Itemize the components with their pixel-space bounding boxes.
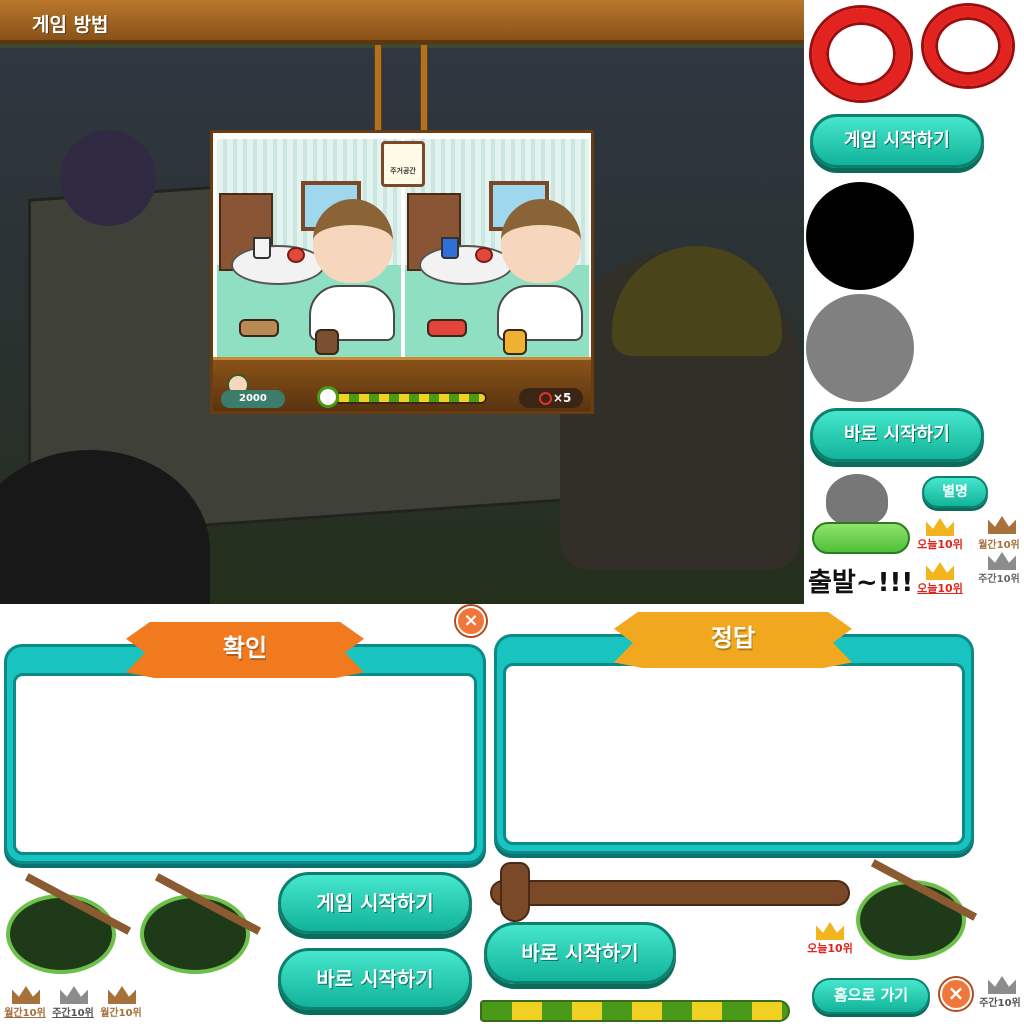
table [419,245,513,285]
laurel-character-icon [856,880,966,960]
monthly-rank-label: 월간10위 [100,1008,142,1019]
laurel-character-icon [140,894,250,974]
silver-crown-icon [60,986,88,1004]
today-rank-label-underlined: 오늘10위 [917,582,963,595]
tutorial-scene: 게임 방법 주거공간 2000 ×5 [0,0,804,604]
lives-count: ×5 [553,391,572,405]
nickname-button[interactable]: 별명 [922,476,988,508]
start-game-button[interactable]: 게임 시작하기 [810,114,984,168]
answer-title-ribbon: 정답 [614,612,852,668]
game-hud: 2000 ×5 [213,357,591,411]
timer-progress-bar [480,1000,790,1022]
right-picture [405,139,589,375]
black-mask-circle [806,182,914,290]
weekly-rank-label: 주간10위 [978,574,1020,585]
close-icon[interactable]: × [940,978,972,1010]
wooden-beam [0,0,804,44]
home-button[interactable]: 홈으로 가기 [812,978,930,1014]
correct-ring-small-icon [924,6,1012,86]
answer-dialog-body [503,663,965,845]
girl-smiling [313,199,393,283]
wooden-toy-car [239,319,279,337]
gameplay-preview: 주거공간 2000 ×5 [210,130,594,414]
weekly-rank-label: 주간10위 [52,1008,94,1019]
stopwatch-icon [317,386,339,408]
today-rank-label: 오늘10위 [917,538,963,551]
correct-ring-icon [812,8,910,100]
silver-crown-icon [988,976,1016,994]
apple [287,247,305,263]
gray-mask-circle [806,294,914,402]
cup-blue[interactable] [441,237,459,259]
bronze-crown-icon [12,986,40,1004]
wooden-block [315,329,339,355]
start-game-button-large[interactable]: 게임 시작하기 [278,872,472,934]
close-icon[interactable]: × [456,606,486,636]
laurel-character-icon [6,894,116,974]
ring-icon [539,392,552,405]
left-picture [217,139,401,375]
location-sign: 주거공간 [381,141,425,187]
slider-handle[interactable] [500,862,530,922]
hanging-rope-left [374,44,382,136]
tutorial-title: 게임 방법 [32,14,109,36]
gold-crown-icon [926,518,954,536]
depart-text: 출발~!!! [808,568,914,598]
timer-bar [327,392,487,404]
red-toy-car[interactable] [427,319,467,337]
virus-character [60,130,156,226]
weekly-rank-label: 주간10위 [979,998,1021,1009]
today-rank-label: 오늘10위 [807,942,853,955]
bronze-crown-icon [108,986,136,1004]
bronze-crown-icon [988,516,1016,534]
nickname-bar [812,522,910,554]
slider-track[interactable] [490,880,850,906]
cup-white [253,237,271,259]
apple [475,247,493,263]
lives-counter: ×5 [519,388,583,408]
table [231,245,325,285]
avatar-placeholder [826,474,888,526]
girl-sad[interactable] [501,199,581,283]
hanging-rope-right [420,44,428,136]
quick-start-button[interactable]: 바로 시작하기 [810,408,984,462]
confirm-title-ribbon: 확인 [126,622,364,678]
monthly-rank-label: 월간10위 [4,1008,46,1019]
score-display: 2000 [221,390,285,408]
gold-crown-icon [816,922,844,940]
quick-start-button-alt[interactable]: 바로 시작하기 [484,922,676,984]
confirm-dialog-body [13,673,477,855]
monthly-rank-label: 월간10위 [978,540,1020,551]
silver-crown-icon [988,552,1016,570]
yellow-block[interactable] [503,329,527,355]
quick-start-button-large[interactable]: 바로 시작하기 [278,948,472,1010]
gold-crown-icon [926,562,954,580]
